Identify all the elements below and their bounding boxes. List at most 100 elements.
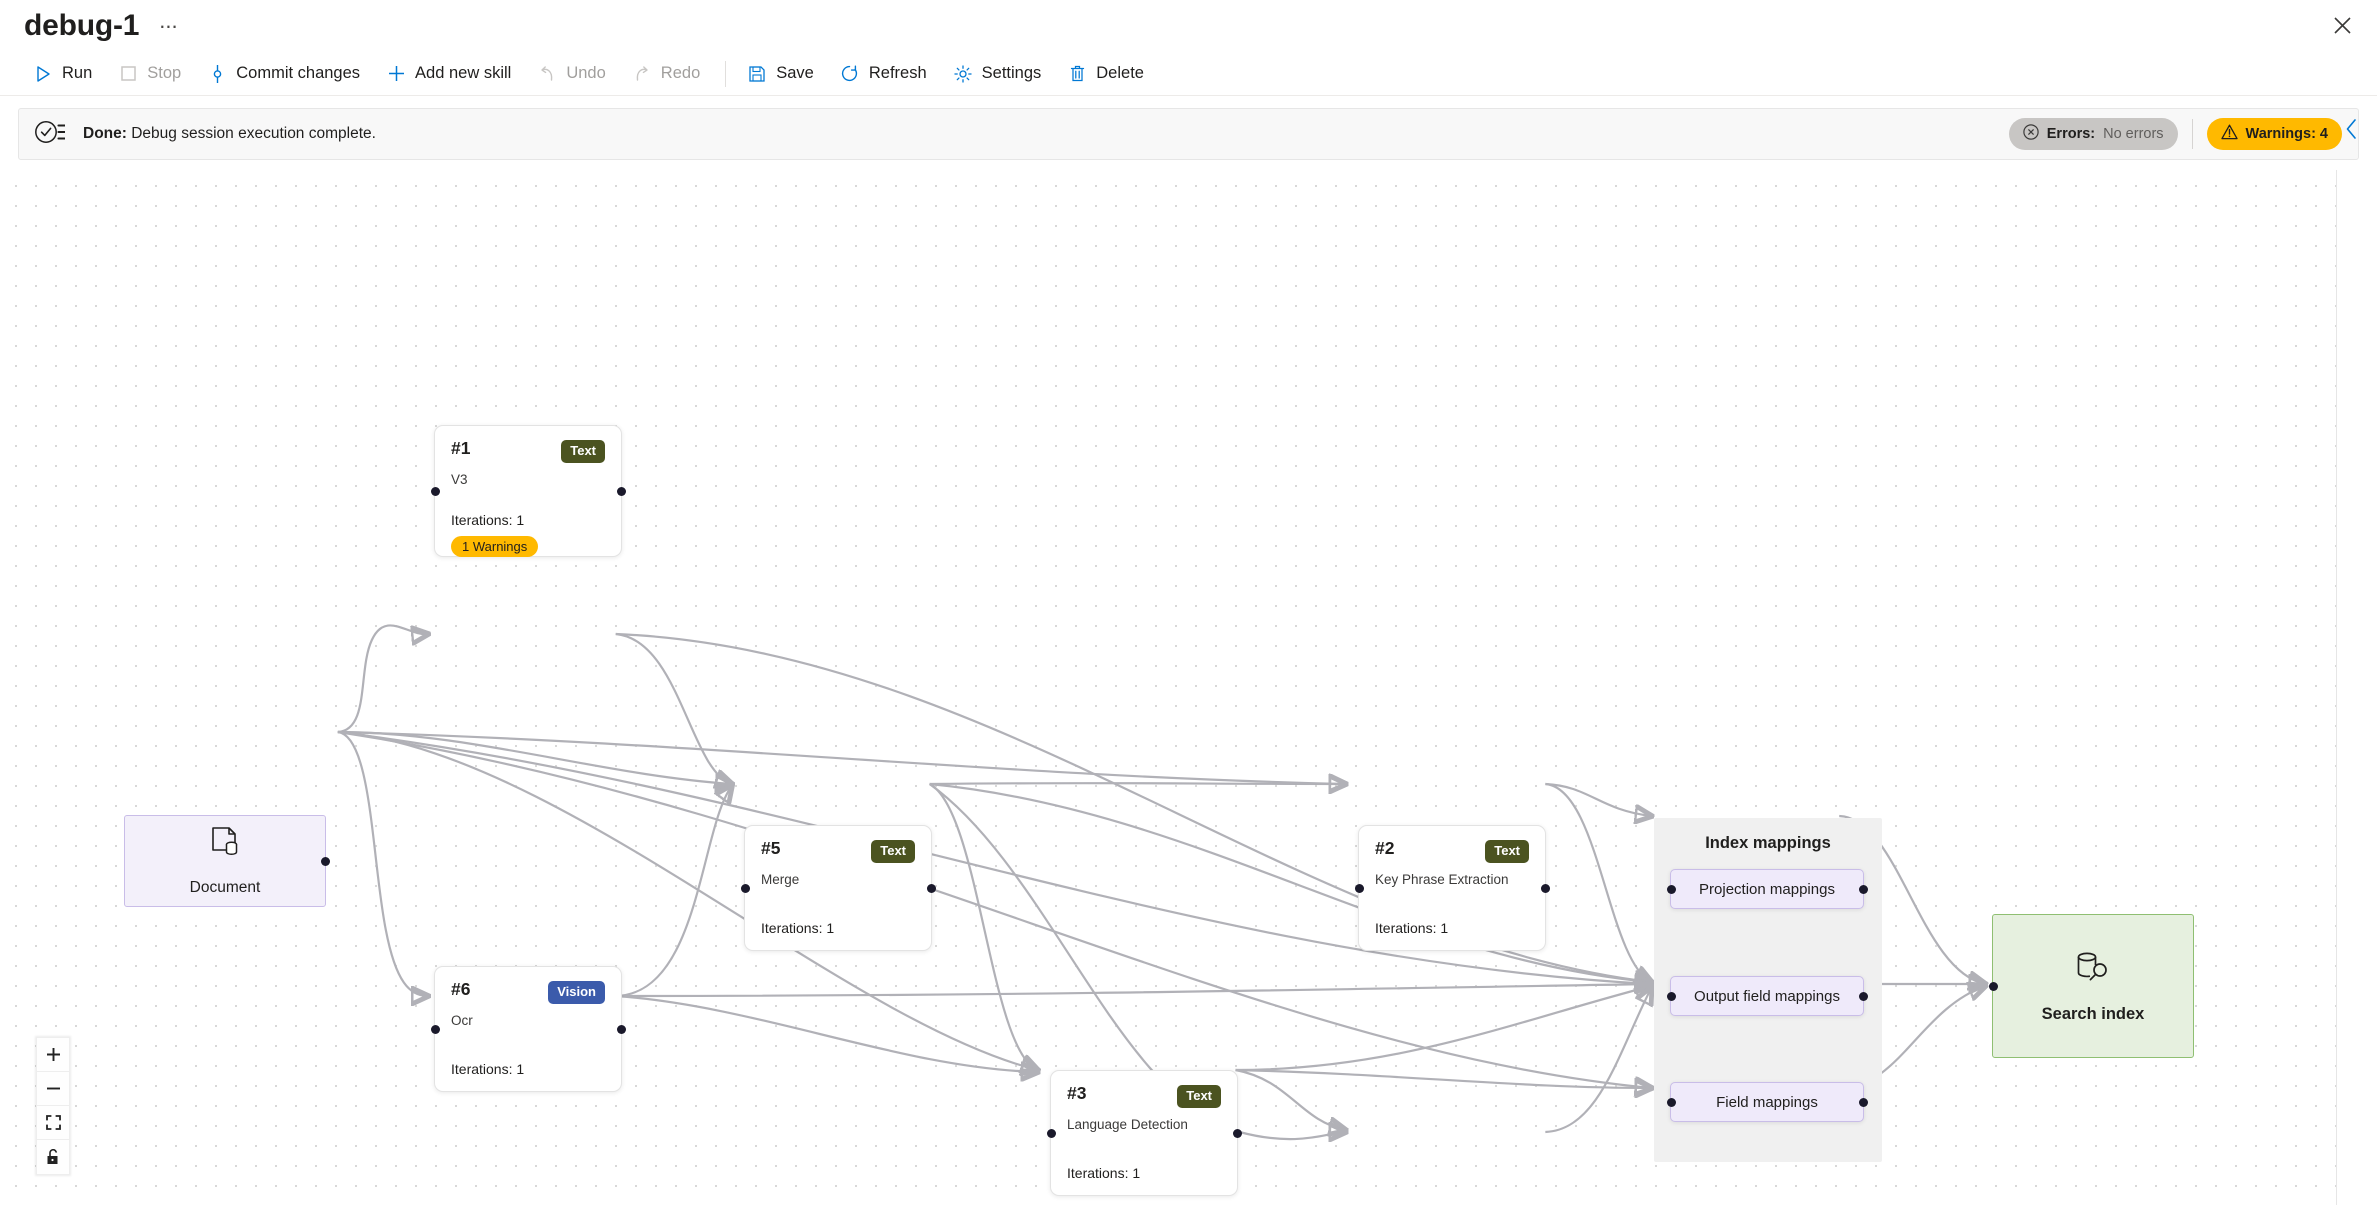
window-titlebar: debug-1 ... [0, 0, 2377, 52]
search-index-label: Search index [2041, 1004, 2145, 1023]
skill-5-name: Merge [761, 871, 800, 887]
node-skill-2[interactable]: #2 Text Key Phrase Extraction Iterations… [1354, 825, 1550, 951]
skill-3-input-handle[interactable] [1046, 1128, 1056, 1138]
node-skill-3[interactable]: #3 Text Language Detection Iterations: 1 [1046, 1070, 1242, 1196]
skill-3-iterations: Iterations: 1 [1067, 1165, 1141, 1181]
plus-icon [386, 64, 406, 84]
document-database-icon [208, 826, 242, 865]
node-document[interactable]: Document [124, 815, 330, 907]
node-skill-5[interactable]: #5 Text Merge Iterations: 1 [740, 825, 936, 951]
skill-2-tag: Text [1485, 840, 1529, 863]
skill-1-warnings-pill[interactable]: 1 Warnings [451, 536, 539, 557]
status-bar: Done: Debug session execution complete. … [18, 108, 2359, 160]
skill-6-name: Ocr [451, 1012, 473, 1028]
skill-6-tag: Vision [548, 981, 605, 1004]
status-divider [2191, 119, 2193, 149]
skill-1-input-handle[interactable] [430, 486, 440, 496]
run-button[interactable]: Run [22, 59, 103, 89]
chevron-left-icon[interactable] [2337, 114, 2367, 144]
skill-2-output-handle[interactable] [1540, 883, 1550, 893]
flow-canvas[interactable]: React Flow [0, 170, 2337, 1205]
output-field-mappings-output-handle[interactable] [1858, 991, 1868, 1001]
node-skill-1[interactable]: #1 Text V3 Iterations: 1 1 Warnings [430, 425, 626, 557]
checklist-icon [35, 119, 66, 150]
skill-5-output-handle[interactable] [926, 883, 936, 893]
delete-label: Delete [1096, 64, 1144, 82]
add-new-skill-button[interactable]: Add new skill [375, 59, 522, 89]
error-circle-icon [2023, 124, 2039, 144]
document-output-handle[interactable] [320, 856, 330, 866]
title-more-options-button[interactable]: ... [159, 10, 177, 36]
zoom-out-control[interactable] [37, 1072, 69, 1106]
trash-icon [1067, 64, 1087, 84]
play-icon [33, 64, 53, 84]
commit-changes-label: Commit changes [236, 64, 361, 82]
undo-icon [537, 64, 557, 84]
stop-label: Stop [147, 64, 182, 82]
projection-mappings-input-handle[interactable] [1666, 884, 1676, 894]
commit-changes-button[interactable]: Commit changes [196, 59, 371, 89]
status-message: Done: Debug session execution complete. [83, 125, 376, 143]
node-field-mappings[interactable]: Field mappings [1666, 1082, 1868, 1122]
redo-icon [632, 64, 652, 84]
skill-6-output-handle[interactable] [616, 1024, 626, 1034]
document-label: Document [189, 878, 261, 896]
zoom-in-control[interactable] [37, 1038, 69, 1072]
skill-3-tag: Text [1177, 1085, 1221, 1108]
node-projection-mappings[interactable]: Projection mappings [1666, 869, 1868, 909]
warning-triangle-icon [2220, 124, 2238, 144]
skill-5-tag: Text [871, 840, 915, 863]
stop-button[interactable]: Stop [107, 59, 192, 89]
errors-badge[interactable]: Errors: No errors [2008, 118, 2178, 150]
projection-mappings-output-handle[interactable] [1858, 884, 1868, 894]
node-search-index[interactable]: Search index [1988, 914, 2194, 1058]
save-label: Save [776, 64, 814, 82]
skill-3-output-handle[interactable] [1232, 1128, 1242, 1138]
skill-2-iterations: Iterations: 1 [1375, 920, 1449, 936]
skill-2-name: Key Phrase Extraction [1375, 871, 1509, 887]
minus-icon [46, 1087, 60, 1090]
delete-button[interactable]: Delete [1056, 59, 1155, 89]
field-mappings-label: Field mappings [1716, 1093, 1818, 1111]
save-button[interactable]: Save [736, 59, 825, 89]
field-mappings-output-handle[interactable] [1858, 1097, 1868, 1107]
skill-5-iterations: Iterations: 1 [761, 920, 835, 936]
refresh-icon [840, 64, 860, 84]
refresh-button[interactable]: Refresh [829, 59, 938, 89]
undo-label: Undo [566, 64, 606, 82]
undo-button[interactable]: Undo [526, 59, 616, 89]
index-mappings-title: Index mappings [1705, 834, 1831, 852]
edge-layer [337, 170, 2336, 1205]
node-output-field-mappings[interactable]: Output field mappings [1666, 976, 1868, 1016]
settings-button[interactable]: Settings [942, 59, 1053, 89]
skill-1-number: #1 [451, 438, 471, 458]
fit-view-icon [45, 1115, 61, 1130]
redo-button[interactable]: Redo [621, 59, 711, 89]
stop-icon [118, 64, 138, 84]
run-label: Run [62, 64, 93, 82]
skill-6-input-handle[interactable] [430, 1024, 440, 1034]
field-mappings-input-handle[interactable] [1666, 1097, 1676, 1107]
react-flow-attribution[interactable]: React Flow [2264, 170, 2328, 171]
output-field-mappings-input-handle[interactable] [1666, 991, 1676, 1001]
add-new-skill-label: Add new skill [415, 64, 512, 82]
plus-icon [46, 1048, 60, 1061]
skill-3-name: Language Detection [1067, 1116, 1188, 1132]
fit-view-control[interactable] [37, 1106, 69, 1140]
warnings-label: Warnings: 4 [2245, 126, 2328, 142]
close-icon[interactable] [2325, 8, 2359, 42]
redo-label: Redo [660, 64, 701, 82]
search-index-input-handle[interactable] [1988, 981, 1998, 991]
projection-mappings-label: Projection mappings [1699, 880, 1835, 898]
warnings-badge[interactable]: Warnings: 4 [2206, 118, 2342, 150]
skill-5-input-handle[interactable] [740, 883, 750, 893]
node-skill-6[interactable]: #6 Vision Ocr Iterations: 1 [430, 966, 626, 1092]
unlock-icon [47, 1149, 58, 1164]
skill-2-input-handle[interactable] [1354, 883, 1364, 893]
errors-label: Errors: [2046, 126, 2096, 142]
skill-6-number: #6 [451, 979, 471, 999]
database-search-icon [2073, 949, 2113, 992]
lock-control[interactable] [37, 1140, 69, 1174]
gear-icon [953, 64, 973, 84]
skill-1-output-handle[interactable] [616, 486, 626, 496]
